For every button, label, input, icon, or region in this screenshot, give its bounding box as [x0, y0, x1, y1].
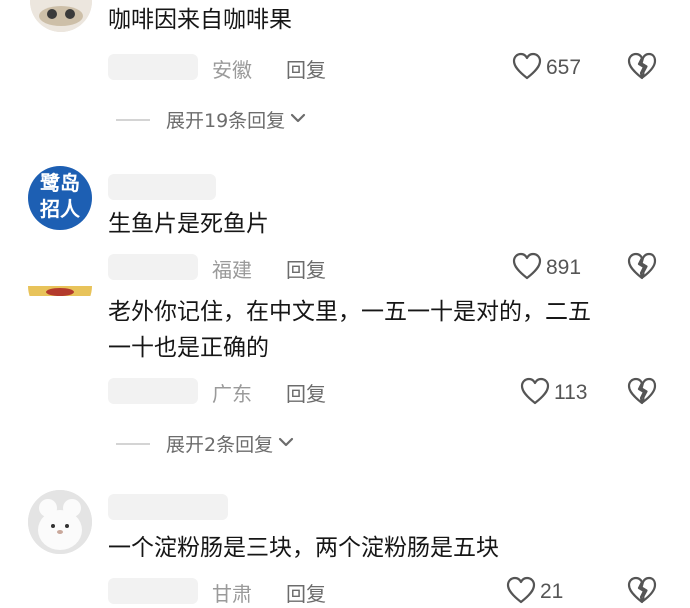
expand-replies-button[interactable]: 展开2条回复	[116, 430, 295, 457]
like-count: 113	[554, 381, 588, 404]
chevron-down-icon	[289, 110, 307, 129]
username[interactable]	[108, 494, 228, 520]
like-count: 21	[540, 580, 564, 603]
comment-text: 咖啡因来自咖啡果	[108, 7, 292, 33]
reply-button[interactable]: 回复	[286, 254, 326, 283]
reply-button[interactable]: 回复	[286, 54, 326, 83]
like-button[interactable]: 891	[512, 252, 581, 284]
like-count: 657	[546, 56, 582, 79]
dislike-button[interactable]	[627, 52, 657, 84]
timestamp	[108, 578, 198, 604]
avatar[interactable]	[28, 490, 92, 554]
expand-replies-button[interactable]: 展开19条回复	[116, 106, 307, 133]
like-button[interactable]: 113	[520, 377, 587, 409]
avatar[interactable]	[28, 254, 92, 318]
like-button[interactable]: 21	[506, 576, 563, 608]
broken-heart-icon	[627, 52, 657, 84]
comment-location: 甘肃	[212, 582, 252, 606]
dislike-button[interactable]	[627, 576, 657, 608]
heart-outline-icon	[506, 576, 536, 608]
divider-line	[116, 442, 150, 445]
timestamp	[108, 378, 198, 404]
reply-button[interactable]: 回复	[286, 578, 326, 607]
expand-replies-label: 展开2条回复	[166, 434, 274, 456]
comment-text: 一个淀粉肠是三块，两个淀粉肠是五块	[108, 535, 499, 561]
avatar-image	[30, 0, 92, 32]
comment-text: 生鱼片是死鱼片	[108, 211, 269, 237]
chevron-down-icon	[277, 434, 295, 453]
comment-location: 安徽	[212, 58, 252, 82]
expand-replies-label: 展开19条回复	[166, 110, 286, 132]
broken-heart-icon	[627, 377, 657, 409]
timestamp	[108, 254, 198, 280]
heart-outline-icon	[520, 377, 550, 409]
dislike-button[interactable]	[627, 377, 657, 409]
like-count: 891	[546, 256, 582, 279]
comment-text: 一十也是正确的	[108, 335, 269, 361]
broken-heart-icon	[627, 252, 657, 284]
like-button[interactable]: 657	[512, 52, 581, 84]
comment-location: 福建	[212, 258, 252, 282]
heart-outline-icon	[512, 52, 542, 84]
comment-location: 广东	[212, 382, 252, 406]
avatar[interactable]	[30, 0, 92, 32]
avatar-image	[28, 254, 92, 318]
heart-outline-icon	[512, 252, 542, 284]
reply-button[interactable]: 回复	[286, 378, 326, 407]
avatar-image	[28, 490, 92, 554]
dislike-button[interactable]	[627, 252, 657, 284]
avatar-text: 鹭岛 招人	[28, 170, 92, 222]
comment-text: 老外你记住，在中文里，一五一十是对的，二五	[108, 299, 591, 325]
avatar[interactable]: 鹭岛 招人	[28, 166, 92, 230]
avatar-text-line: 招人	[40, 197, 80, 221]
avatar-text-line: 鹭岛	[40, 171, 80, 195]
divider-line	[116, 118, 150, 121]
broken-heart-icon	[627, 576, 657, 608]
username[interactable]	[108, 174, 216, 200]
username[interactable]	[108, 54, 198, 80]
